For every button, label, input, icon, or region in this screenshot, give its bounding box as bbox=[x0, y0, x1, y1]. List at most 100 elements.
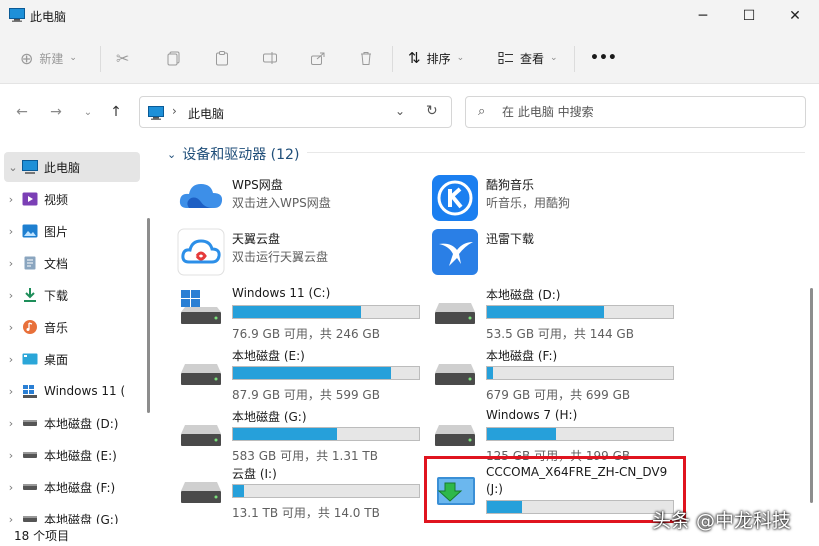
sidebar-item-label: 本地磁盘 (D:) bbox=[44, 416, 119, 431]
drive-name: 本地磁盘 (D:) bbox=[486, 288, 561, 302]
sidebar-item-desktop[interactable]: › 桌面 bbox=[0, 344, 140, 374]
drive-usage-bar bbox=[232, 366, 420, 380]
refresh-icon[interactable]: ↻ bbox=[426, 103, 438, 119]
chevron-down-icon: ⌄ bbox=[456, 53, 465, 63]
drive-free-space: 679 GB 可用，共 699 GB bbox=[486, 388, 631, 402]
drive-usage-bar bbox=[232, 484, 420, 498]
address-bar[interactable]: › 此电脑 ⌄ ↻ bbox=[139, 96, 452, 128]
sidebar-item-documents[interactable]: › 文档 bbox=[0, 248, 140, 278]
group-title: 设备和驱动器 (12) bbox=[182, 147, 300, 163]
chevron-right-icon[interactable]: › bbox=[0, 481, 22, 494]
drive-usage-bar bbox=[232, 427, 420, 441]
drive-usage-bar bbox=[486, 305, 674, 319]
app-description: 双击进入WPS网盘 bbox=[232, 196, 331, 210]
drive-tile-g[interactable]: 本地磁盘 (G:) 583 GB 可用，共 1.31 TB bbox=[157, 408, 420, 466]
app-tile-tianyi[interactable]: 天翼云盘 双击运行天翼云盘 bbox=[157, 224, 407, 282]
app-description: 双击运行天翼云盘 bbox=[232, 250, 329, 264]
chevron-down-icon[interactable]: ⌄ bbox=[4, 161, 22, 174]
sidebar-item-drive-f[interactable]: › 本地磁盘 (F:) bbox=[0, 472, 140, 502]
more-options-button[interactable]: ••• bbox=[590, 32, 617, 84]
drive-tile-i[interactable]: 云盘 (I:) 13.1 TB 可用，共 14.0 TB bbox=[157, 465, 420, 523]
share-button[interactable] bbox=[310, 32, 326, 84]
drive-tile-e[interactable]: 本地磁盘 (E:) 87.9 GB 可用，共 599 GB bbox=[157, 347, 420, 405]
app-name: 天翼云盘 bbox=[232, 232, 281, 246]
back-button[interactable]: ← bbox=[10, 100, 34, 124]
drive-free-space: 76.9 GB 可用，共 246 GB bbox=[232, 327, 380, 341]
sidebar-item-drive-e[interactable]: › 本地磁盘 (E:) bbox=[0, 440, 140, 470]
recent-locations-button[interactable]: ⌄ bbox=[76, 100, 100, 124]
picture-icon bbox=[22, 224, 38, 238]
sidebar-item-pictures[interactable]: › 图片 bbox=[0, 216, 140, 246]
sort-button[interactable]: ⇅ 排序 ⌄ bbox=[408, 32, 464, 84]
chevron-right-icon[interactable]: › bbox=[0, 513, 22, 525]
sort-icon: ⇅ bbox=[408, 49, 421, 67]
drive-tile-c[interactable]: Windows 11 (C:) 76.9 GB 可用，共 246 GB bbox=[157, 286, 420, 344]
sidebar-item-drive-g[interactable]: › 本地磁盘 (G:) bbox=[0, 504, 140, 525]
sidebar-item-label: 本地磁盘 (F:) bbox=[44, 480, 116, 495]
app-tile-thunder[interactable]: 迅雷下载 bbox=[411, 224, 661, 282]
app-tile-wps[interactable]: WPS网盘 双击进入WPS网盘 bbox=[157, 170, 407, 228]
desktop-icon bbox=[22, 353, 38, 365]
chevron-right-icon[interactable]: › bbox=[0, 225, 22, 238]
sidebar-item-label: 音乐 bbox=[44, 320, 69, 335]
drive-tile-d[interactable]: 本地磁盘 (D:) 53.5 GB 可用，共 144 GB bbox=[411, 286, 674, 344]
chevron-right-icon[interactable]: › bbox=[0, 353, 22, 366]
wps-cloud-icon bbox=[179, 184, 223, 208]
chevron-down-icon: ⌄ bbox=[550, 53, 558, 63]
drive-free-space: 87.9 GB 可用，共 599 GB bbox=[232, 388, 380, 402]
sidebar-item-music[interactable]: › 音乐 bbox=[0, 312, 140, 342]
chevron-right-icon[interactable]: › bbox=[0, 289, 22, 302]
drive-usage-fill bbox=[487, 306, 605, 318]
search-input[interactable] bbox=[502, 103, 792, 121]
close-button[interactable]: ✕ bbox=[772, 0, 818, 32]
new-label: 新建 bbox=[39, 51, 64, 66]
maximize-button[interactable]: ☐ bbox=[726, 0, 772, 32]
drive-name: 本地磁盘 (E:) bbox=[232, 349, 305, 363]
watermark: 头条 @中龙科技 bbox=[652, 510, 792, 532]
chevron-right-icon[interactable]: › bbox=[172, 104, 177, 118]
minimize-button[interactable]: ─ bbox=[680, 0, 726, 32]
search-box[interactable]: ⌕ bbox=[465, 96, 806, 128]
drive-icon bbox=[23, 484, 37, 490]
sidebar-item-videos[interactable]: › 视频 bbox=[0, 184, 140, 214]
drive-icon bbox=[23, 420, 37, 426]
devices-group-header[interactable]: ⌄ 设备和驱动器 (12) bbox=[167, 144, 308, 164]
toolbar-divider bbox=[574, 46, 575, 72]
sidebar-item-this-pc[interactable]: ⌄ 此电脑 bbox=[4, 152, 140, 182]
sidebar-item-label: 下载 bbox=[44, 288, 69, 303]
forward-button[interactable]: → bbox=[44, 100, 68, 124]
document-icon bbox=[24, 256, 36, 270]
chevron-right-icon[interactable]: › bbox=[0, 257, 22, 270]
drive-usage-bar bbox=[486, 427, 674, 441]
sidebar-item-label: 本地磁盘 (E:) bbox=[44, 448, 117, 463]
chevron-down-icon[interactable]: ⌄ bbox=[395, 104, 405, 118]
paste-button[interactable] bbox=[214, 32, 230, 84]
app-name: 迅雷下载 bbox=[486, 232, 535, 246]
navigation-pane: ⌄ 此电脑 › 视频 › 图片 › 文档 › 下载 › 音乐 › 桌面 › Wi… bbox=[0, 140, 150, 524]
sidebar-item-downloads[interactable]: › 下载 bbox=[0, 280, 140, 310]
trash-icon bbox=[361, 52, 371, 65]
search-icon: ⌕ bbox=[478, 104, 486, 119]
rename-button[interactable] bbox=[262, 32, 278, 84]
sidebar-item-windows-11-drive[interactable]: › Windows 11 ( bbox=[0, 376, 140, 406]
copy-button[interactable] bbox=[166, 32, 182, 84]
drive-tile-f[interactable]: 本地磁盘 (F:) 679 GB 可用，共 699 GB bbox=[411, 347, 674, 405]
address-path[interactable]: 此电脑 bbox=[188, 105, 224, 122]
chevron-right-icon[interactable]: › bbox=[0, 385, 22, 398]
cut-button[interactable]: ✂ bbox=[116, 32, 129, 84]
new-button[interactable]: ⊕ 新建 ⌄ bbox=[20, 32, 77, 84]
chevron-right-icon[interactable]: › bbox=[0, 417, 22, 430]
chevron-right-icon[interactable]: › bbox=[0, 321, 22, 334]
up-button[interactable]: ↑ bbox=[104, 100, 128, 124]
tianyi-cloud-icon bbox=[177, 228, 225, 276]
app-tile-kugou[interactable]: 酷狗音乐 听音乐，用酷狗 bbox=[411, 170, 661, 228]
rename-icon bbox=[263, 52, 277, 64]
delete-button[interactable] bbox=[358, 32, 374, 84]
sidebar-scrollbar[interactable] bbox=[147, 218, 150, 413]
chevron-right-icon[interactable]: › bbox=[0, 449, 22, 462]
drive-usage-fill bbox=[233, 367, 392, 379]
sidebar-item-drive-d[interactable]: › 本地磁盘 (D:) bbox=[0, 408, 140, 438]
chevron-right-icon[interactable]: › bbox=[0, 193, 22, 206]
view-button[interactable]: 查看 ⌄ bbox=[498, 32, 558, 84]
content-scrollbar[interactable] bbox=[810, 288, 813, 503]
